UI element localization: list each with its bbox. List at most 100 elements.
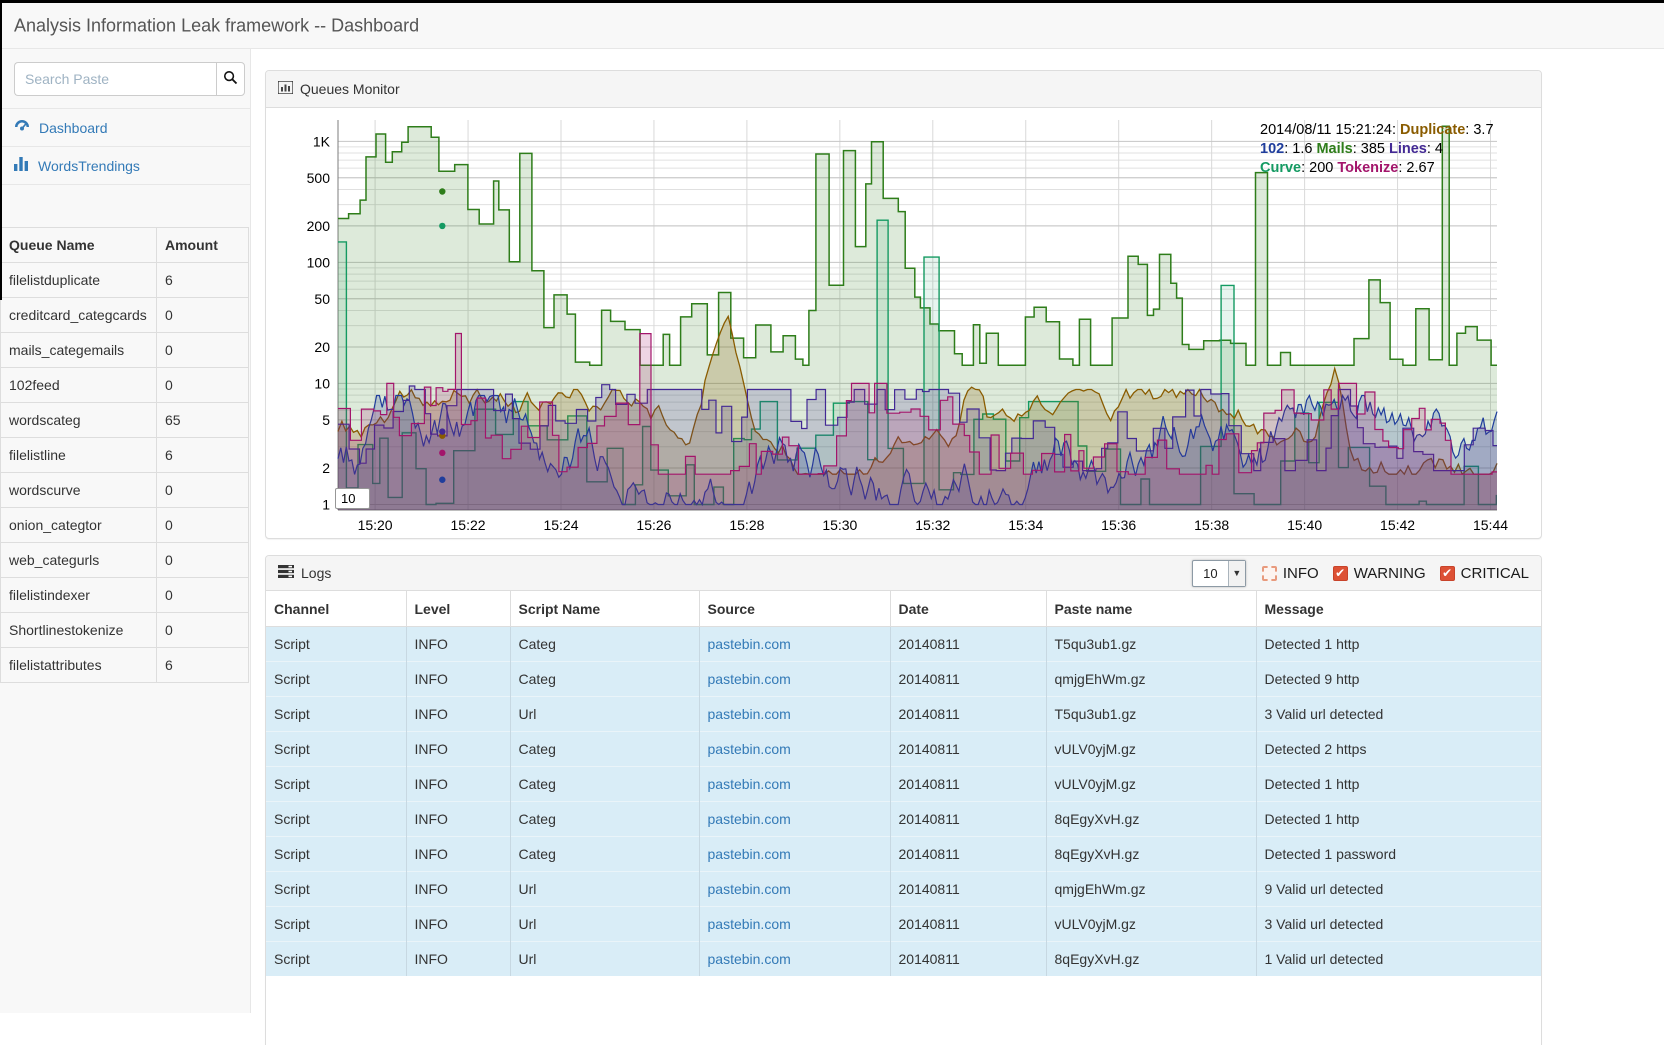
- legend-line: 2014/08/11 15:21:24: Duplicate: 3.7: [1260, 121, 1494, 140]
- log-cell: Detected 1 http: [1256, 802, 1541, 837]
- legend-series-value: : 4: [1427, 141, 1443, 157]
- critical-filter-label[interactable]: CRITICAL: [1461, 565, 1529, 582]
- log-cell: INFO: [406, 942, 510, 977]
- source-link[interactable]: pastebin.com: [708, 671, 791, 687]
- log-row: ScriptINFOCategpastebin.com20140811T5qu3…: [266, 627, 1541, 662]
- search-button[interactable]: [216, 62, 245, 96]
- source-link[interactable]: pastebin.com: [708, 811, 791, 827]
- queue-row: filelistline6: [1, 438, 249, 473]
- queue-name-cell: creditcard_categcards: [1, 298, 157, 333]
- warning-checkbox[interactable]: ✔: [1333, 566, 1348, 581]
- chevron-down-icon: ▼: [1228, 561, 1245, 586]
- log-cell: vULV0yjM.gz: [1046, 767, 1256, 802]
- legend-series-value: : 1.6: [1284, 141, 1316, 157]
- x-axis-tick-label: 15:22: [451, 517, 486, 533]
- log-row: ScriptINFOCategpastebin.com201408118qEgy…: [266, 837, 1541, 872]
- info-checkbox[interactable]: [1262, 566, 1277, 581]
- queue-row: onion_categtor0: [1, 508, 249, 543]
- legend-series-value: : 385: [1353, 141, 1389, 157]
- x-axis-tick-label: 15:20: [358, 517, 393, 533]
- log-cell: 3 Valid url detected: [1256, 907, 1541, 942]
- queue-row: filelistattributes6: [1, 648, 249, 683]
- sidebar-item-wordstrendings[interactable]: WordsTrendings: [0, 146, 250, 184]
- logs-column-header: Channel: [266, 591, 406, 627]
- info-filter-label[interactable]: INFO: [1283, 565, 1319, 582]
- log-cell: T5qu3ub1.gz: [1046, 627, 1256, 662]
- legend-series-value: : 200: [1301, 160, 1337, 176]
- sidebar-item-label: WordsTrendings: [38, 158, 140, 174]
- source-link[interactable]: pastebin.com: [708, 636, 791, 652]
- log-cell: pastebin.com: [699, 697, 890, 732]
- source-link[interactable]: pastebin.com: [708, 951, 791, 967]
- queue-amount-cell: 0: [157, 578, 249, 613]
- search-input[interactable]: [14, 62, 216, 96]
- roll-period-input[interactable]: [335, 488, 370, 509]
- queue-name-cell: mails_categemails: [1, 333, 157, 368]
- queue-name-cell: filelistattributes: [1, 648, 157, 683]
- queue-table: Queue Name Amount filelistduplicate6cred…: [0, 227, 249, 683]
- source-link[interactable]: pastebin.com: [708, 741, 791, 757]
- log-cell: pastebin.com: [699, 942, 890, 977]
- sidebar: Dashboard WordsTrendings Queue Name Amou…: [0, 49, 251, 1013]
- bar-chart-icon: [14, 157, 29, 174]
- legend-series-name: Curve: [1260, 160, 1301, 176]
- source-link[interactable]: pastebin.com: [708, 776, 791, 792]
- dashboard-gauge-icon: [14, 119, 30, 136]
- search-icon: [223, 70, 238, 88]
- y-axis-tick-label: 10: [314, 375, 330, 391]
- legend-series-name: Tokenize: [1337, 160, 1398, 176]
- log-cell: vULV0yjM.gz: [1046, 732, 1256, 767]
- window-top-edge: [0, 0, 1664, 3]
- log-cell: 20140811: [890, 697, 1046, 732]
- x-axis-tick-label: 15:34: [1008, 517, 1043, 533]
- search-area: [0, 49, 250, 108]
- log-row: ScriptINFOUrlpastebin.com20140811vULV0yj…: [266, 907, 1541, 942]
- source-link[interactable]: pastebin.com: [708, 881, 791, 897]
- y-axis-tick-label: 5: [322, 412, 330, 428]
- log-cell: 20140811: [890, 907, 1046, 942]
- queue-row: wordscateg65: [1, 403, 249, 438]
- logs-column-header: Message: [1256, 591, 1541, 627]
- logs-controls: 10 ▼ INFO ✔ WARNING ✔ CRITICAL: [1192, 560, 1529, 587]
- queue-row: creditcard_categcards0: [1, 298, 249, 333]
- legend-series-value: : 2.67: [1398, 160, 1434, 176]
- log-cell: T5qu3ub1.gz: [1046, 697, 1256, 732]
- queue-amount-cell: 0: [157, 298, 249, 333]
- log-row: ScriptINFOCategpastebin.com201408118qEgy…: [266, 802, 1541, 837]
- y-axis-tick-label: 100: [307, 254, 331, 270]
- source-link[interactable]: pastebin.com: [708, 916, 791, 932]
- log-cell: 20140811: [890, 767, 1046, 802]
- log-cell: Categ: [510, 837, 699, 872]
- log-cell: 20140811: [890, 662, 1046, 697]
- log-cell: qmjgEhWm.gz: [1046, 662, 1256, 697]
- x-axis-tick-label: 15:28: [729, 517, 764, 533]
- queue-amount-cell: 65: [157, 403, 249, 438]
- log-cell: pastebin.com: [699, 732, 890, 767]
- page-size-select[interactable]: 10 ▼: [1192, 560, 1246, 587]
- log-cell: Script: [266, 627, 406, 662]
- log-row: ScriptINFOUrlpastebin.com20140811qmjgEhW…: [266, 872, 1541, 907]
- page-title: Analysis Information Leak framework -- D…: [14, 15, 419, 36]
- queue-amount-cell: 0: [157, 543, 249, 578]
- x-axis-tick-label: 15:30: [822, 517, 857, 533]
- source-link[interactable]: pastebin.com: [708, 706, 791, 722]
- sidebar-item-dashboard[interactable]: Dashboard: [0, 108, 250, 146]
- legend-series-name: Mails: [1316, 141, 1352, 157]
- queue-name-cell: filelistduplicate: [1, 263, 157, 298]
- y-axis-tick-label: 20: [314, 339, 330, 355]
- logs-column-header: Script Name: [510, 591, 699, 627]
- source-link[interactable]: pastebin.com: [708, 846, 791, 862]
- log-cell: 1 Valid url detected: [1256, 942, 1541, 977]
- legend-series-name: Duplicate: [1400, 122, 1465, 138]
- log-cell: Url: [510, 697, 699, 732]
- log-cell: Script: [266, 907, 406, 942]
- warning-filter-label[interactable]: WARNING: [1354, 565, 1426, 582]
- queue-row: Shortlinestokenize0: [1, 613, 249, 648]
- queue-amount-cell: 0: [157, 473, 249, 508]
- legend-series-name: 102: [1260, 141, 1284, 157]
- log-cell: Categ: [510, 802, 699, 837]
- critical-checkbox[interactable]: ✔: [1440, 566, 1455, 581]
- x-axis-tick-label: 15:42: [1380, 517, 1415, 533]
- y-axis-tick-label: 2: [322, 460, 330, 476]
- logs-title: Logs: [301, 565, 331, 581]
